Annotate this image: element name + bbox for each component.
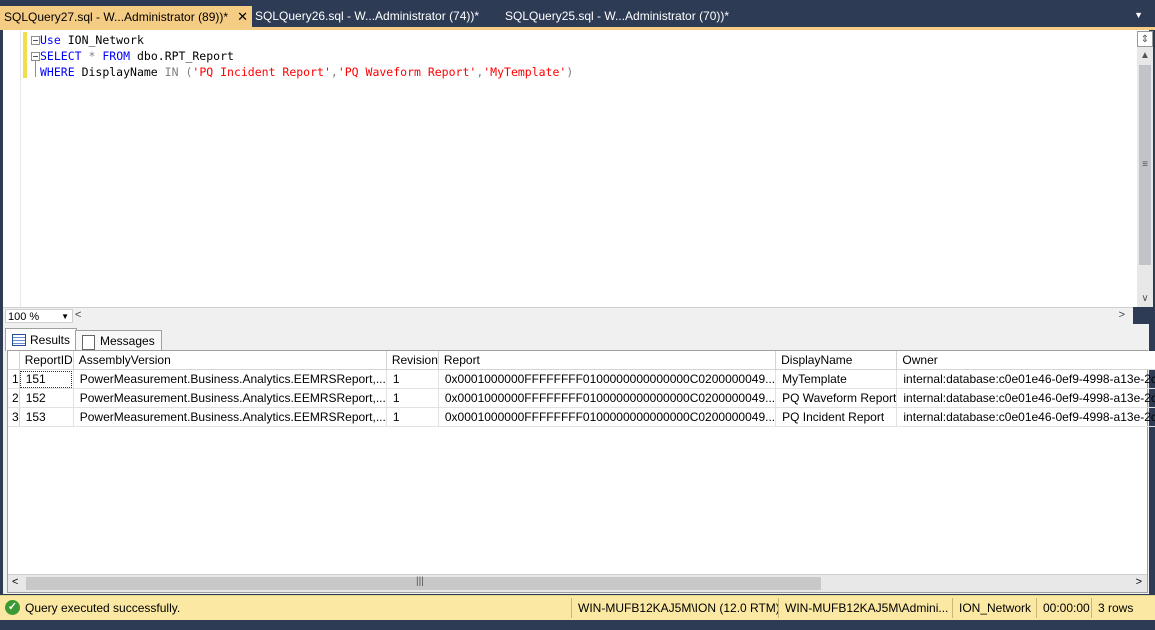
zoom-value: 100 % <box>8 311 40 323</box>
scroll-down-icon[interactable]: ∨ <box>1137 291 1153 307</box>
chevron-down-icon: ▼ <box>61 312 69 321</box>
keyword: FROM <box>102 49 131 63</box>
string-literal: 'MyTemplate' <box>483 65 567 79</box>
cell-assemblyversion[interactable]: PowerMeasurement.Business.Analytics.EEMR… <box>73 407 387 427</box>
table-row[interactable]: 2 152 PowerMeasurement.Business.Analytic… <box>8 388 1155 408</box>
cell-reportid[interactable]: 153 <box>19 407 74 427</box>
cell-report[interactable]: 0x0001000000FFFFFFFF0100000000000000C020… <box>438 407 777 427</box>
identifier: dbo.RPT_Report <box>137 49 234 63</box>
status-row-count: 3 rows <box>1091 598 1133 618</box>
column-header[interactable]: AssemblyVersion <box>73 351 387 370</box>
scroll-left-icon[interactable]: < <box>75 309 81 321</box>
operator: ) <box>566 65 574 79</box>
grid-icon <box>12 334 26 346</box>
scroll-right-icon[interactable]: > <box>1136 576 1142 588</box>
cell-assemblyversion[interactable]: PowerMeasurement.Business.Analytics.EEMR… <box>73 369 387 389</box>
cell-owner[interactable]: internal:database:c0e01e46-0ef9-4998-a13… <box>896 369 1155 389</box>
checkmark-icon: ✓ <box>5 600 20 615</box>
fold-line <box>35 61 36 77</box>
operator: * <box>88 49 96 63</box>
column-header[interactable]: ReportID <box>19 351 74 370</box>
column-header[interactable]: Owner <box>896 351 1155 370</box>
row-number-header[interactable] <box>8 351 20 370</box>
tab-label: Messages <box>100 334 155 348</box>
grid-horizontal-scrollbar[interactable]: < ||| > <box>8 574 1147 592</box>
code-line-3: WHERE DisplayName IN ('PQ Incident Repor… <box>40 64 573 80</box>
tab-label: SQLQuery26.sql - W...Administrator (74))… <box>255 9 480 23</box>
cell-displayname[interactable]: MyTemplate <box>775 369 898 389</box>
table-row[interactable]: 3 153 PowerMeasurement.Business.Analytic… <box>8 407 1155 427</box>
scroll-left-icon[interactable]: < <box>12 576 18 588</box>
tab-overflow-chevron-icon[interactable]: ▼ <box>1134 10 1143 20</box>
cell-assemblyversion[interactable]: PowerMeasurement.Business.Analytics.EEMR… <box>73 388 387 408</box>
scroll-right-icon[interactable]: > <box>1119 309 1125 321</box>
code-line-1: Use ION_Network <box>40 32 573 48</box>
zoom-select[interactable]: 100 % ▼ <box>5 309 73 323</box>
row-number[interactable]: 1 <box>8 369 20 389</box>
status-server: WIN-MUFB12KAJ5M\ION (12.0 RTM) <box>571 598 780 618</box>
tab-sqlquery25[interactable]: SQLQuery25.sql - W...Administrator (70))… <box>505 6 729 27</box>
scroll-grip-icon: ||| <box>416 576 424 587</box>
status-message: Query executed successfully. <box>25 601 181 615</box>
string-literal: 'PQ Waveform Report' <box>337 65 477 79</box>
tab-sqlquery26[interactable]: SQLQuery26.sql - W...Administrator (74))… <box>255 6 479 27</box>
zoom-bar: 100 % ▼ < > <box>3 307 1133 324</box>
status-elapsed-time: 00:00:00 <box>1036 598 1090 618</box>
editor-margin <box>3 30 21 307</box>
close-icon[interactable]: ✕ <box>237 6 248 27</box>
change-marker <box>23 32 27 64</box>
table-row[interactable]: 1 151 PowerMeasurement.Business.Analytic… <box>8 369 1155 389</box>
cell-revision[interactable]: 1 <box>386 388 439 408</box>
row-number[interactable]: 2 <box>8 388 20 408</box>
results-pane: Results Messages ReportID AssemblyVersio… <box>3 324 1155 594</box>
operator: IN <box>164 65 179 79</box>
cell-report[interactable]: 0x0001000000FFFFFFFF0100000000000000C020… <box>438 388 777 408</box>
cell-owner[interactable]: internal:database:c0e01e46-0ef9-4998-a13… <box>896 407 1155 427</box>
query-editor[interactable]: Use ION_Network SELECT * FROM dbo.RPT_Rep… <box>3 30 1149 307</box>
results-table: ReportID AssemblyVersion Revision Report… <box>8 351 1155 427</box>
column-header[interactable]: Report <box>438 351 777 370</box>
cell-report[interactable]: 0x0001000000FFFFFFFF0100000000000000C020… <box>438 369 777 389</box>
identifier: DisplayName <box>81 65 158 79</box>
split-icon[interactable]: ⇕ <box>1137 31 1153 47</box>
keyword: SELECT <box>40 49 82 63</box>
cell-revision[interactable]: 1 <box>386 369 439 389</box>
cell-owner[interactable]: internal:database:c0e01e46-0ef9-4998-a13… <box>896 388 1155 408</box>
collapse-icon[interactable] <box>31 36 40 45</box>
identifier: ION_Network <box>67 33 144 47</box>
keyword: Use <box>40 33 61 47</box>
operator: , <box>330 65 338 79</box>
column-header[interactable]: Revision <box>386 351 439 370</box>
cell-reportid[interactable]: 151 <box>19 369 74 389</box>
string-literal: 'PQ Incident Report' <box>192 65 331 79</box>
keyword: WHERE <box>40 65 75 79</box>
document-tab-bar: SQLQuery27.sql - W...Administrator (89))… <box>0 0 1155 27</box>
collapse-icon[interactable] <box>31 52 40 61</box>
change-marker <box>23 64 27 78</box>
sql-code[interactable]: Use ION_Network SELECT * FROM dbo.RPT_Rep… <box>40 32 573 80</box>
status-user: WIN-MUFB12KAJ5M\Admini... <box>778 598 948 618</box>
code-line-2: SELECT * FROM dbo.RPT_Report <box>40 48 573 64</box>
cell-displayname[interactable]: PQ Incident Report <box>775 407 898 427</box>
status-database: ION_Network <box>952 598 1031 618</box>
results-grid[interactable]: ReportID AssemblyVersion Revision Report… <box>7 350 1155 593</box>
cell-reportid[interactable]: 152 <box>19 388 74 408</box>
window-bottom-border <box>0 620 1155 630</box>
tab-messages[interactable]: Messages <box>75 330 162 351</box>
editor-vertical-scrollbar[interactable]: ⇕ ▲ ≡ ∨ <box>1137 31 1153 307</box>
cell-revision[interactable]: 1 <box>386 407 439 427</box>
tab-label: Results <box>30 333 71 347</box>
tab-label: SQLQuery27.sql - W...Administrator (89))… <box>4 10 229 24</box>
scroll-grip-icon: ≡ <box>1142 159 1148 170</box>
row-number[interactable]: 3 <box>8 407 20 427</box>
header-row: ReportID AssemblyVersion Revision Report… <box>8 351 1155 370</box>
column-header[interactable]: DisplayName <box>775 351 898 370</box>
scroll-up-icon[interactable]: ▲ <box>1137 48 1153 64</box>
tab-sqlquery27[interactable]: SQLQuery27.sql - W...Administrator (89))… <box>0 6 252 27</box>
messages-icon <box>82 335 95 350</box>
tab-label: SQLQuery25.sql - W...Administrator (70))… <box>505 9 730 23</box>
status-bar: ✓ Query executed successfully. WIN-MUFB1… <box>0 595 1155 620</box>
cell-displayname[interactable]: PQ Waveform Report <box>775 388 898 408</box>
tab-results[interactable]: Results <box>5 328 78 351</box>
